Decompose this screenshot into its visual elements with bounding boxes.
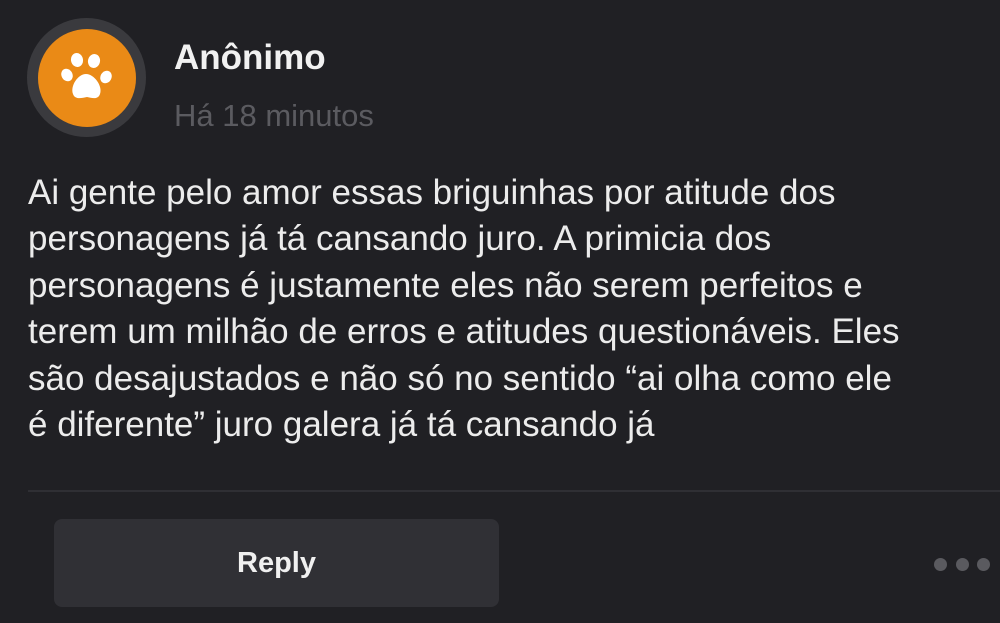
- more-options-button[interactable]: [934, 548, 990, 580]
- divider: [28, 490, 1000, 492]
- paw-icon: [60, 52, 112, 98]
- more-horizontal-icon-dot: [934, 557, 947, 571]
- avatar-badge: [37, 28, 136, 127]
- reply-button[interactable]: Reply: [54, 519, 499, 607]
- comment-timestamp: Há 18 minutos: [174, 98, 374, 133]
- comment-card: Anônimo Há 18 minutos Ai gente pelo amor…: [0, 0, 1000, 623]
- comment-body: Ai gente pelo amor essas briguinhas por …: [28, 173, 900, 445]
- reply-button-label: Reply: [237, 546, 316, 579]
- more-horizontal-icon-dot: [977, 557, 990, 571]
- avatar[interactable]: [27, 18, 146, 137]
- more-horizontal-icon-dot: [955, 557, 969, 571]
- author-name[interactable]: Anônimo: [174, 38, 326, 78]
